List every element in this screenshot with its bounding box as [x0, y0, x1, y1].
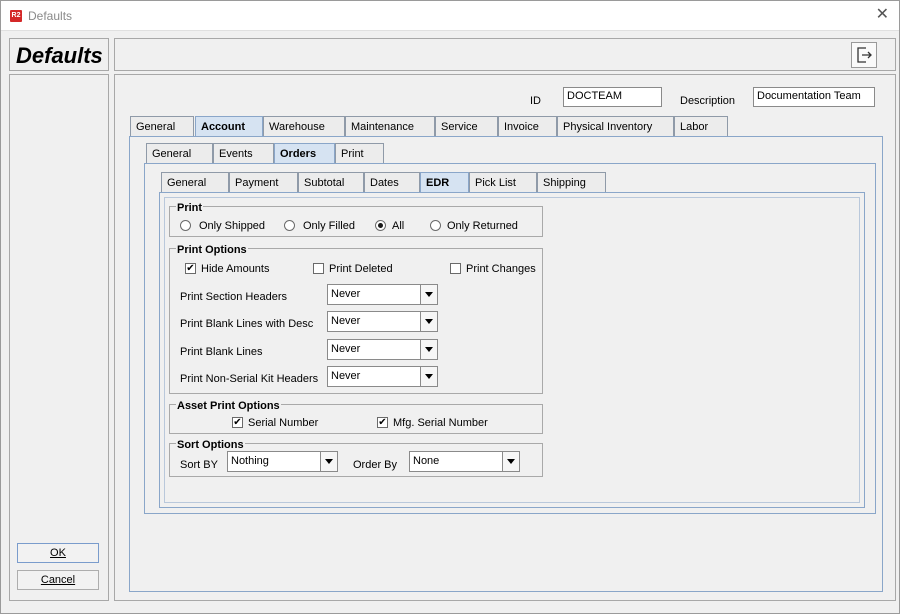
main-panel: ID DOCTEAM Description Documentation Tea…	[114, 74, 896, 601]
cancel-button-label: Cancel	[40, 574, 76, 586]
sort-by-select[interactable]: Nothing	[227, 451, 338, 472]
defaults-window: R2 Defaults ✕ Defaults OK Cancel ID DOCT…	[0, 0, 900, 614]
print-section-headers-select[interactable]: Never	[327, 284, 438, 305]
tab-shipping[interactable]: Shipping	[537, 172, 606, 193]
edr-content: Print Only Shipped Only Filled All Only …	[164, 197, 860, 503]
tab-edr[interactable]: EDR	[420, 172, 469, 193]
tab-physical-inventory[interactable]: Physical Inventory	[557, 116, 674, 137]
hide-amounts-checkbox[interactable]: ✔	[185, 263, 196, 274]
window-title: Defaults	[28, 9, 73, 23]
print-group-title: Print	[176, 202, 204, 214]
cancel-button[interactable]: Cancel	[17, 570, 99, 590]
description-label: Description	[680, 95, 736, 107]
order-by-select[interactable]: None	[409, 451, 520, 472]
print-changes-checkbox[interactable]	[450, 263, 461, 274]
radio-only-shipped[interactable]	[180, 220, 191, 231]
ok-button-label: OK	[50, 547, 66, 559]
chevron-down-icon[interactable]	[502, 452, 519, 471]
hide-amounts-label: Hide Amounts	[201, 263, 270, 275]
tab-subtotal[interactable]: Subtotal	[298, 172, 364, 193]
tab-maintenance[interactable]: Maintenance	[345, 116, 435, 137]
close-icon[interactable]: ✕	[876, 6, 889, 24]
print-non-serial-kit-headers-value: Never	[331, 370, 361, 382]
order-by-value: None	[413, 455, 440, 467]
chevron-down-icon[interactable]	[420, 340, 437, 359]
tab-invoice[interactable]: Invoice	[498, 116, 557, 137]
sort-options-group: Sort Options Sort BY Nothing Order By No…	[169, 439, 543, 477]
tab-orders[interactable]: Orders	[274, 143, 335, 164]
tab-account[interactable]: Account	[195, 116, 263, 137]
print-non-serial-kit-headers-select[interactable]: Never	[327, 366, 438, 387]
serial-number-checkbox[interactable]: ✔	[232, 417, 243, 428]
print-deleted-checkbox[interactable]	[313, 263, 324, 274]
print-options-title: Print Options	[176, 244, 248, 256]
account-tab-pane: General Events Orders Print General Paym…	[129, 136, 883, 592]
tab-print[interactable]: Print	[335, 143, 384, 164]
tab-payment[interactable]: Payment	[229, 172, 298, 193]
print-blank-lines-value: Never	[331, 343, 361, 355]
print-deleted-label: Print Deleted	[329, 263, 393, 275]
tab-events[interactable]: Events	[213, 143, 274, 164]
sort-by-value: Nothing	[231, 455, 269, 467]
tab-warehouse[interactable]: Warehouse	[263, 116, 345, 137]
tab-pick-list[interactable]: Pick List	[469, 172, 537, 193]
left-header: Defaults	[9, 38, 109, 71]
app-logo-icon: R2	[10, 10, 22, 22]
description-field[interactable]: Documentation Team	[753, 87, 875, 107]
tab-orders-general[interactable]: General	[161, 172, 229, 193]
print-changes-label: Print Changes	[466, 263, 536, 275]
print-blank-lines-desc-select[interactable]: Never	[327, 311, 438, 332]
tab-account-general[interactable]: General	[146, 143, 213, 164]
print-options-group: Print Options ✔ Hide Amounts Print Delet…	[169, 244, 543, 394]
tab-dates[interactable]: Dates	[364, 172, 420, 193]
radio-only-returned-label: Only Returned	[447, 220, 518, 232]
radio-all-label: All	[392, 220, 405, 232]
orders-tab-pane: General Payment Subtotal Dates EDR Pick …	[144, 163, 876, 514]
order-by-label: Order By	[353, 459, 398, 471]
tab-labor[interactable]: Labor	[674, 116, 728, 137]
print-blank-lines-label: Print Blank Lines	[180, 346, 263, 358]
ok-button[interactable]: OK	[17, 543, 99, 563]
print-blank-lines-select[interactable]: Never	[327, 339, 438, 360]
chevron-down-icon[interactable]	[420, 285, 437, 304]
radio-only-shipped-label: Only Shipped	[199, 220, 266, 232]
print-section-headers-value: Never	[331, 288, 361, 300]
chevron-down-icon[interactable]	[420, 312, 437, 331]
exit-button[interactable]	[851, 42, 877, 68]
chevron-down-icon[interactable]	[320, 452, 337, 471]
mfg-serial-number-checkbox[interactable]: ✔	[377, 417, 388, 428]
page-title: Defaults	[16, 43, 103, 68]
chevron-down-icon[interactable]	[420, 367, 437, 386]
print-section-headers-label: Print Section Headers	[180, 291, 287, 303]
print-group: Print Only Shipped Only Filled All Only …	[169, 202, 543, 237]
print-blank-lines-desc-value: Never	[331, 315, 361, 327]
left-panel	[9, 74, 109, 601]
mfg-serial-number-label: Mfg. Serial Number	[393, 417, 488, 429]
radio-only-filled-label: Only Filled	[303, 220, 355, 232]
serial-number-label: Serial Number	[248, 417, 319, 429]
exit-icon	[857, 47, 872, 63]
print-blank-lines-desc-label: Print Blank Lines with Desc	[180, 318, 314, 330]
radio-only-returned[interactable]	[430, 220, 441, 231]
id-field[interactable]: DOCTEAM	[563, 87, 662, 107]
radio-all[interactable]	[375, 220, 386, 231]
radio-only-filled[interactable]	[284, 220, 295, 231]
sort-options-title: Sort Options	[176, 439, 245, 451]
id-label: ID	[530, 95, 541, 107]
tab-general[interactable]: General	[130, 116, 194, 137]
print-non-serial-kit-headers-label: Print Non-Serial Kit Headers	[180, 373, 319, 385]
tab-service[interactable]: Service	[435, 116, 498, 137]
asset-print-options-group: Asset Print Options ✔ Serial Number ✔ Mf…	[169, 400, 543, 434]
edr-tab-pane: Print Only Shipped Only Filled All Only …	[159, 192, 865, 508]
toolbar	[114, 38, 896, 71]
asset-print-options-title: Asset Print Options	[176, 400, 281, 412]
sort-by-label: Sort BY	[180, 459, 218, 471]
title-bar: R2 Defaults ✕	[1, 1, 899, 31]
